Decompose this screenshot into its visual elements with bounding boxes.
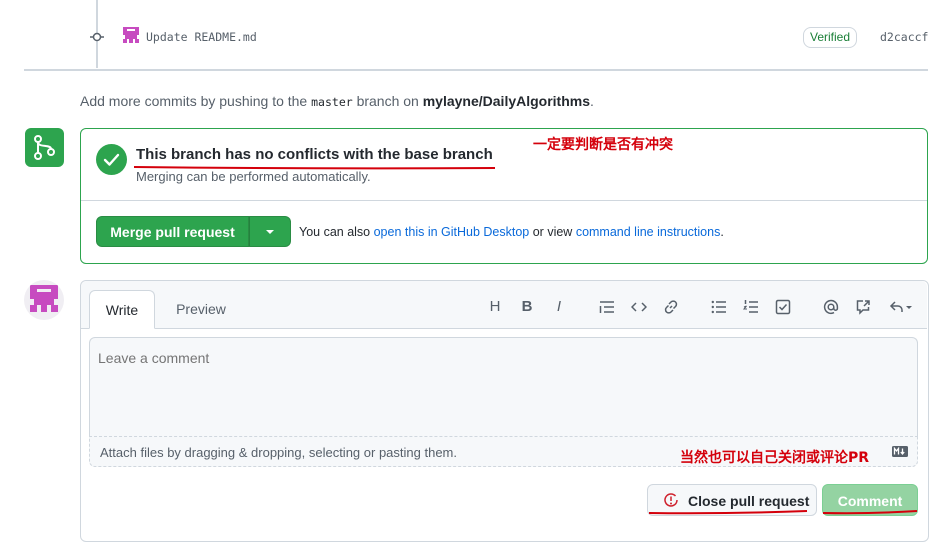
check-circle-icon: [96, 144, 127, 175]
mention-icon[interactable]: [819, 296, 843, 318]
annotation-close-note: 当然也可以自己关闭或评论PR: [680, 450, 870, 466]
code-icon[interactable]: [627, 296, 651, 318]
annotation-underline-comment: [822, 510, 918, 515]
quote-icon[interactable]: [595, 296, 619, 318]
commit-message[interactable]: Update README.md: [146, 30, 257, 44]
comment-textarea[interactable]: [89, 337, 918, 436]
cross-reference-icon[interactable]: [851, 296, 875, 318]
annotation-underline-close: [648, 510, 808, 515]
commit-icon: [90, 32, 104, 42]
markdown-icon[interactable]: [892, 446, 908, 457]
add-commits-hint: Add more commits by pushing to the maste…: [80, 93, 594, 109]
or-view-text: or view: [532, 225, 573, 239]
merge-box-separator: [81, 200, 927, 201]
bold-button[interactable]: B: [515, 296, 539, 318]
add-commits-prefix: Add more commits by pushing to the: [80, 93, 308, 109]
pr-closed-icon: [664, 493, 678, 507]
alternatives-period: .: [720, 225, 724, 239]
task-list-icon[interactable]: [771, 296, 795, 318]
branch-name: master: [311, 95, 353, 109]
add-commits-suffix: .: [590, 93, 594, 109]
tab-preview[interactable]: Preview: [162, 290, 240, 329]
commit-sha[interactable]: d2caccf: [880, 30, 928, 44]
repo-name: mylayne/DailyAlgorithms: [422, 93, 591, 109]
reply-icon[interactable]: [885, 296, 917, 318]
annotation-underline-title: [133, 166, 496, 170]
annotation-conflict-note: 一定要判断是否有冲突: [533, 137, 673, 153]
italic-button[interactable]: I: [547, 296, 571, 318]
ordered-list-icon[interactable]: [739, 296, 763, 318]
commit-author-avatar[interactable]: [121, 25, 141, 45]
merge-alternatives: You can also open this in GitHub Desktop…: [299, 225, 724, 239]
link-icon[interactable]: [659, 296, 683, 318]
merge-options-dropdown[interactable]: [249, 216, 291, 247]
verified-badge[interactable]: Verified: [803, 27, 858, 48]
merge-status-title: This branch has no conflicts with the ba…: [136, 146, 493, 163]
command-line-instructions-link[interactable]: command line instructions: [576, 225, 721, 239]
git-merge-icon: [25, 128, 64, 167]
open-in-desktop-link[interactable]: open this in GitHub Desktop: [374, 225, 530, 239]
also-prefix: You can also: [299, 225, 371, 239]
merge-pull-request-button[interactable]: Merge pull request: [96, 216, 249, 247]
heading-button[interactable]: H: [483, 296, 507, 318]
avatar[interactable]: [24, 280, 64, 320]
tab-write[interactable]: Write: [89, 290, 155, 329]
timeline-divider: [24, 69, 928, 71]
merge-status-subtitle: Merging can be performed automatically.: [136, 169, 371, 184]
unordered-list-icon[interactable]: [707, 296, 731, 318]
add-commits-middle: branch on: [356, 93, 419, 109]
